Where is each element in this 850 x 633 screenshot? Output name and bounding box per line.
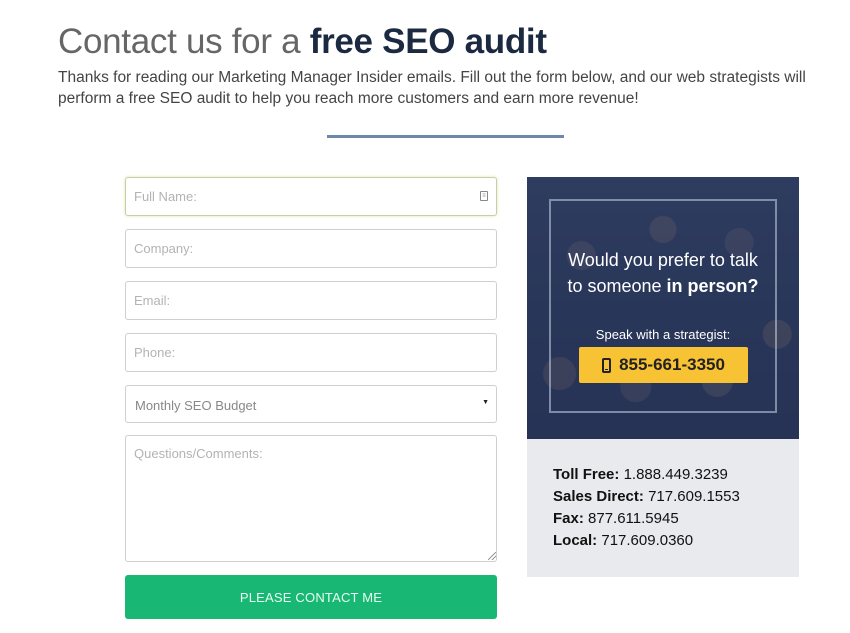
contact-info-box: Toll Free: 1.888.449.3239 Sales Direct: … — [527, 439, 799, 577]
promo-heading-line2-prefix: to someone — [567, 276, 662, 296]
resize-handle[interactable] — [488, 552, 496, 560]
id-card-icon[interactable]: ≡ — [480, 191, 488, 201]
budget-select-value: Monthly SEO Budget — [135, 398, 257, 413]
talk-to-strategist-panel: Would you prefer to talk to someone in p… — [527, 177, 799, 439]
page-title: Contact us for a free SEO audit — [58, 20, 547, 64]
section-divider — [327, 135, 564, 138]
comments-textarea[interactable] — [125, 435, 497, 562]
contact-label: Fax: — [553, 510, 584, 527]
promo-heading-line1: Would you prefer to talk — [568, 250, 758, 270]
contact-label: Toll Free: — [553, 466, 620, 483]
company-input[interactable] — [125, 229, 497, 268]
intro-text: Thanks for reading our Marketing Manager… — [58, 69, 806, 107]
caret-down-icon: ▼ — [482, 399, 489, 406]
contact-value: 717.609.1553 — [648, 488, 740, 505]
submit-button[interactable]: PLEASE CONTACT ME — [125, 575, 497, 619]
promo-heading: Would you prefer to talk to someone in p… — [527, 247, 799, 299]
full-name-input[interactable] — [125, 177, 497, 216]
phone-number: 855-661-3350 — [619, 355, 725, 374]
contact-value: 717.609.0360 — [601, 532, 694, 549]
contact-line-sales-direct: Sales Direct: 717.609.1553 — [553, 488, 740, 505]
email-input[interactable] — [125, 281, 497, 320]
contact-value: 1.888.449.3239 — [623, 466, 728, 483]
budget-select[interactable]: Monthly SEO Budget ▼ — [125, 385, 497, 423]
contact-line-local: Local: 717.609.0360 — [553, 532, 693, 549]
contact-label: Sales Direct: — [553, 488, 644, 505]
promo-heading-line2-bold: in person? — [666, 276, 759, 296]
contact-value: 877.611.5945 — [588, 510, 679, 527]
page-title-bold: free SEO audit — [309, 22, 547, 61]
promo-subtext: Speak with a strategist: — [595, 327, 731, 342]
contact-line-fax: Fax: 877.611.5945 — [553, 510, 679, 527]
contact-label: Local: — [553, 532, 598, 549]
page-title-light: Contact us for a — [58, 22, 301, 61]
contact-line-toll-free: Toll Free: 1.888.449.3239 — [553, 466, 728, 483]
call-phone-button[interactable]: 855-661-3350 — [579, 347, 748, 383]
mobile-phone-icon — [602, 357, 612, 373]
phone-input[interactable] — [125, 333, 497, 372]
